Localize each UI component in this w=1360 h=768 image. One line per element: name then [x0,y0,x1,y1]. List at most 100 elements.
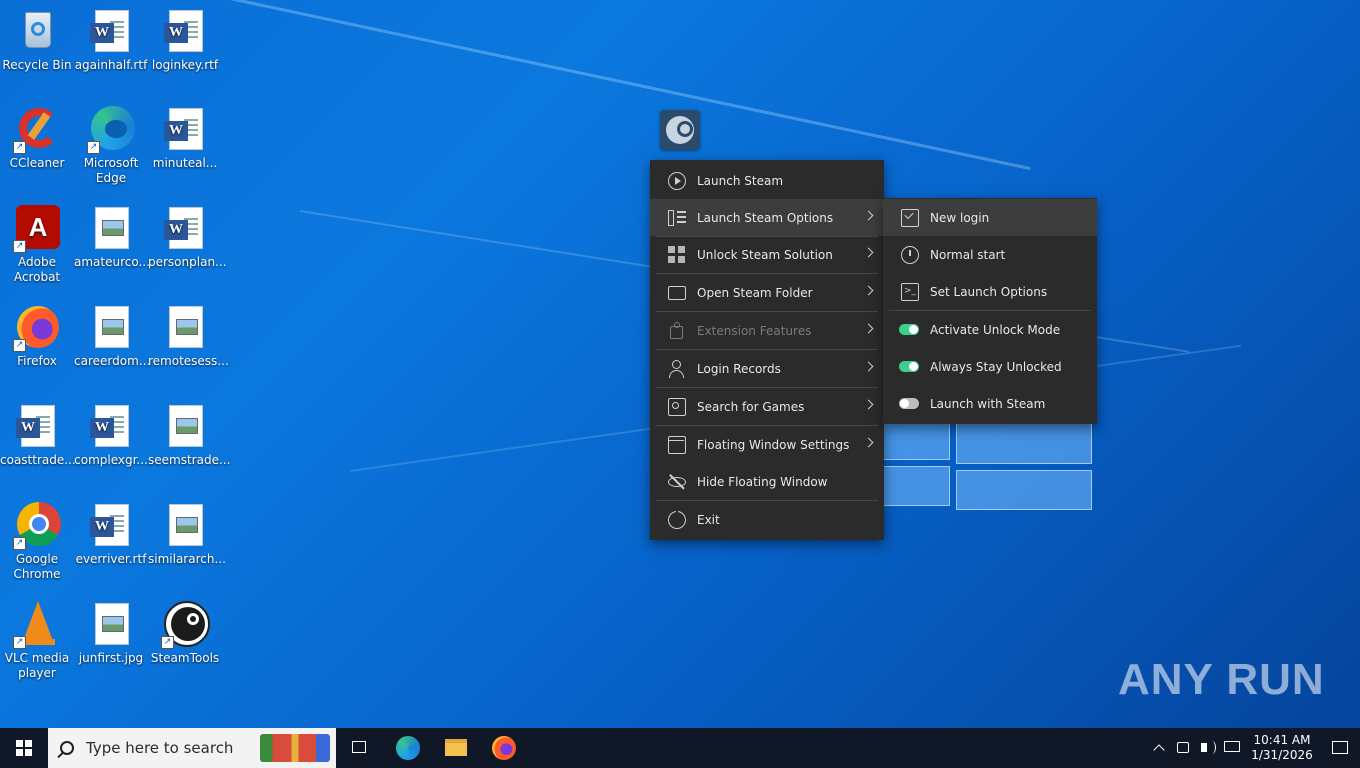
desktop-icon-label: loginkey.rtf [151,58,219,72]
chevron-right-icon [863,285,874,296]
notification-center-icon[interactable] [1320,728,1360,768]
submenu-item-set-launch-options[interactable]: >_ Set Launch Options [883,273,1097,310]
word-document-icon: W [87,403,135,451]
folder-icon [668,285,686,300]
firefox-icon [492,736,516,760]
terminal-icon: >_ [901,282,919,301]
shortcut-arrow-icon: ↗ [161,636,174,649]
image-file-icon [161,403,209,451]
steam-logo-icon [666,116,694,144]
desktop-icon-recycle-bin[interactable]: Recycle Bin [0,8,74,73]
desktop-icon-againhalf[interactable]: W againhalf.rtf [74,8,148,73]
taskbar-file-explorer[interactable] [432,728,480,768]
desktop-icon-label: againhalf.rtf [74,58,148,72]
desktop-icon-label: coasttrade... [0,453,76,467]
meet-now-icon[interactable] [1172,728,1196,768]
grid-icon [668,245,686,264]
desktop-icon-complexgr[interactable]: W complexgr... [74,403,148,468]
word-document-icon: W [87,8,135,56]
desktop-icon-careerdom[interactable]: careerdom... [74,304,150,369]
submenu-item-launch-with-steam[interactable]: Launch with Steam [883,385,1097,422]
submenu-item-activate-unlock-mode[interactable]: Activate Unlock Mode [883,311,1097,348]
taskbar-clock[interactable]: 10:41 AM 1/31/2026 [1250,733,1314,763]
toggle-switch-on[interactable] [899,324,919,335]
chevron-up-icon[interactable] [1148,728,1172,768]
eye-off-icon [668,473,686,491]
menu-item-extension-features[interactable]: Extension Features [650,312,884,349]
desktop-icon-remotesess[interactable]: remotesess... [148,304,229,369]
steam-floating-window[interactable] [660,110,700,150]
desktop-icon-ccleaner[interactable]: ↗ CCleaner [0,106,74,171]
menu-item-label: Unlock Steam Solution [697,247,833,262]
desktop-icon-label: CCleaner [9,156,65,170]
image-file-icon [87,205,135,253]
submenu-item-label: Launch with Steam [930,396,1046,411]
network-icon[interactable] [1220,728,1244,768]
desktop-icon-vlc[interactable]: ↗ VLC media player [0,601,74,681]
desktop-icon-label: minuteal... [152,156,218,170]
menu-item-label: Floating Window Settings [697,437,850,452]
taskbar-firefox[interactable] [480,728,528,768]
submenu-item-normal-start[interactable]: Normal start [883,236,1097,273]
menu-item-exit[interactable]: Exit [650,501,884,538]
menu-item-open-steam-folder[interactable]: Open Steam Folder [650,274,884,311]
menu-item-label: Launch Steam [697,173,784,188]
word-document-icon: W [161,106,209,154]
search-icon [60,741,74,755]
menu-item-launch-steam[interactable]: Launch Steam [650,162,884,199]
desktop-icon-google-chrome[interactable]: ↗ Google Chrome [0,502,74,582]
start-button[interactable] [0,728,48,768]
word-document-icon: W [161,205,209,253]
desktop-icon-microsoft-edge[interactable]: ↗ Microsoft Edge [74,106,148,186]
menu-item-label: Hide Floating Window [697,474,828,489]
desktop-icon-adobe-acrobat[interactable]: A ↗ Adobe Acrobat [0,205,74,285]
toggle-switch-on[interactable] [899,361,919,372]
desktop-icon-similararch[interactable]: similararch... [148,502,226,567]
desktop-icon-label: complexgr... [74,453,148,467]
taskbar: Type here to search 10:41 AM 1/31/2026 [0,728,1360,768]
menu-item-search-for-games[interactable]: Search for Games [650,388,884,425]
menu-item-label: Launch Steam Options [697,210,834,225]
desktop-icon-coasttrade[interactable]: W coasttrade... [0,403,76,468]
edge-icon: ↗ [87,106,135,154]
desktop-icon-label: SteamTools [150,651,220,665]
desktop-icon-firefox[interactable]: ↗ Firefox [0,304,74,369]
taskbar-edge[interactable] [384,728,432,768]
word-document-icon: W [13,403,61,451]
desktop-icon-label: personplan... [148,255,227,269]
desktop-icon-junfirst[interactable]: junfirst.jpg [74,601,148,666]
task-view-button[interactable] [336,728,384,768]
checkbox-icon [901,208,919,227]
menu-item-unlock-steam-solution[interactable]: Unlock Steam Solution [650,236,884,273]
desktop-icon-minuteal[interactable]: W minuteal... [148,106,222,171]
submenu-item-new-login[interactable]: New login [883,199,1097,236]
desktop-icon-label: similararch... [148,552,226,566]
desktop[interactable]: Recycle Bin ↗ CCleaner A ↗ Adobe Acrobat… [0,0,1360,728]
menu-item-login-records[interactable]: Login Records [650,350,884,387]
firefox-icon: ↗ [13,304,61,352]
shortcut-arrow-icon: ↗ [13,339,26,352]
menu-item-floating-window-settings[interactable]: Floating Window Settings [650,426,884,463]
vlc-icon: ↗ [13,601,61,649]
desktop-icon-amateurco[interactable]: amateurco... [74,205,150,270]
desktop-icon-personplan[interactable]: W personplan... [148,205,227,270]
puzzle-icon [668,321,686,340]
toggle-switch-off[interactable] [899,398,919,409]
submenu-item-label: Set Launch Options [930,284,1048,299]
folder-icon [445,739,467,756]
menu-item-hide-floating-window[interactable]: Hide Floating Window [650,463,884,500]
submenu-item-always-stay-unlocked[interactable]: Always Stay Unlocked [883,348,1097,385]
desktop-icon-loginkey[interactable]: W loginkey.rtf [148,8,222,73]
search-highlight-gift-icon [260,734,330,762]
desktop-icon-everriver[interactable]: W everriver.rtf [74,502,148,567]
desktop-icon-steamtools[interactable]: ↗ SteamTools [148,601,222,666]
menu-item-label: Extension Features [697,323,812,338]
volume-icon[interactable] [1196,728,1220,768]
taskbar-search-box[interactable]: Type here to search [48,728,336,768]
menu-item-launch-steam-options[interactable]: Launch Steam Options [650,199,884,236]
word-document-icon: W [161,8,209,56]
submenu-item-label: Activate Unlock Mode [930,322,1061,337]
menu-item-label: Login Records [697,361,781,376]
desktop-icon-seemstrade[interactable]: seemstrade... [148,403,230,468]
word-document-icon: W [87,502,135,550]
